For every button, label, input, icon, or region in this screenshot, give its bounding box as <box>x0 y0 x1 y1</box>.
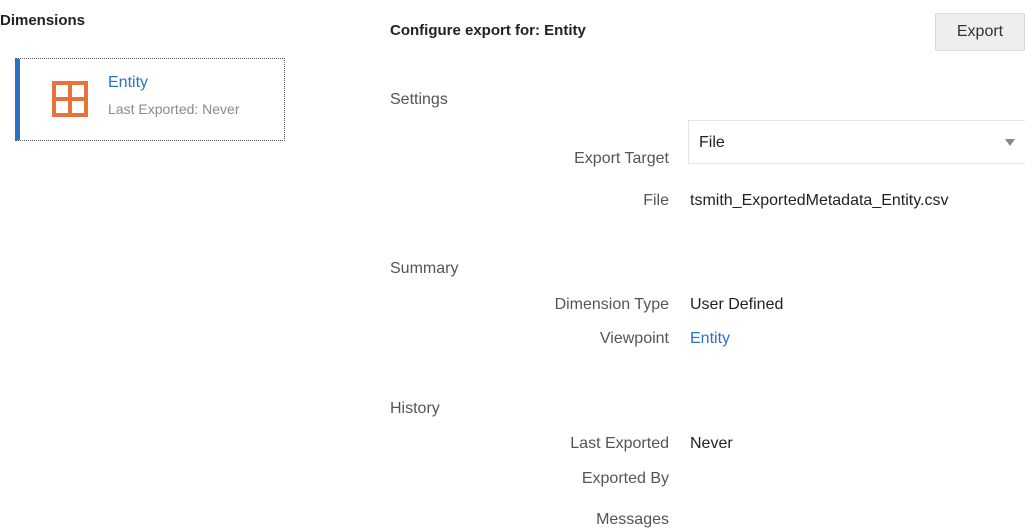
export-button[interactable]: Export <box>935 13 1025 51</box>
dimension-name: Entity <box>108 74 149 91</box>
summary-heading: Summary <box>390 260 459 277</box>
dimension-card-entity[interactable]: Entity Last Exported: Never <box>15 58 285 141</box>
dimension-type-label: Dimension Type <box>554 296 669 313</box>
chevron-down-icon <box>1005 139 1015 146</box>
viewpoint-label: Viewpoint <box>599 330 669 347</box>
export-target-select[interactable]: File <box>688 120 1025 164</box>
export-target-label: Export Target <box>574 150 669 167</box>
dimension-type-value: User Defined <box>690 296 784 313</box>
dimensions-heading: Dimensions <box>0 12 86 29</box>
settings-heading: Settings <box>390 91 448 108</box>
file-label: File <box>643 192 669 209</box>
viewpoint-link[interactable]: Entity <box>690 330 730 348</box>
page-title: Configure export for: Entity <box>390 22 586 39</box>
messages-label: Messages <box>596 511 669 528</box>
exported-by-label: Exported By <box>581 470 669 487</box>
grid-icon <box>52 81 88 117</box>
export-target-value: File <box>699 134 725 151</box>
last-exported-value: Never <box>690 435 733 452</box>
file-value: tsmith_ExportedMetadata_Entity.csv <box>690 192 949 209</box>
last-exported-label: Last Exported <box>570 435 669 452</box>
export-page: Dimensions Entity Last Exported: Never C… <box>0 0 1025 531</box>
history-heading: History <box>390 400 440 417</box>
dimension-last-exported: Last Exported: Never <box>108 101 240 117</box>
